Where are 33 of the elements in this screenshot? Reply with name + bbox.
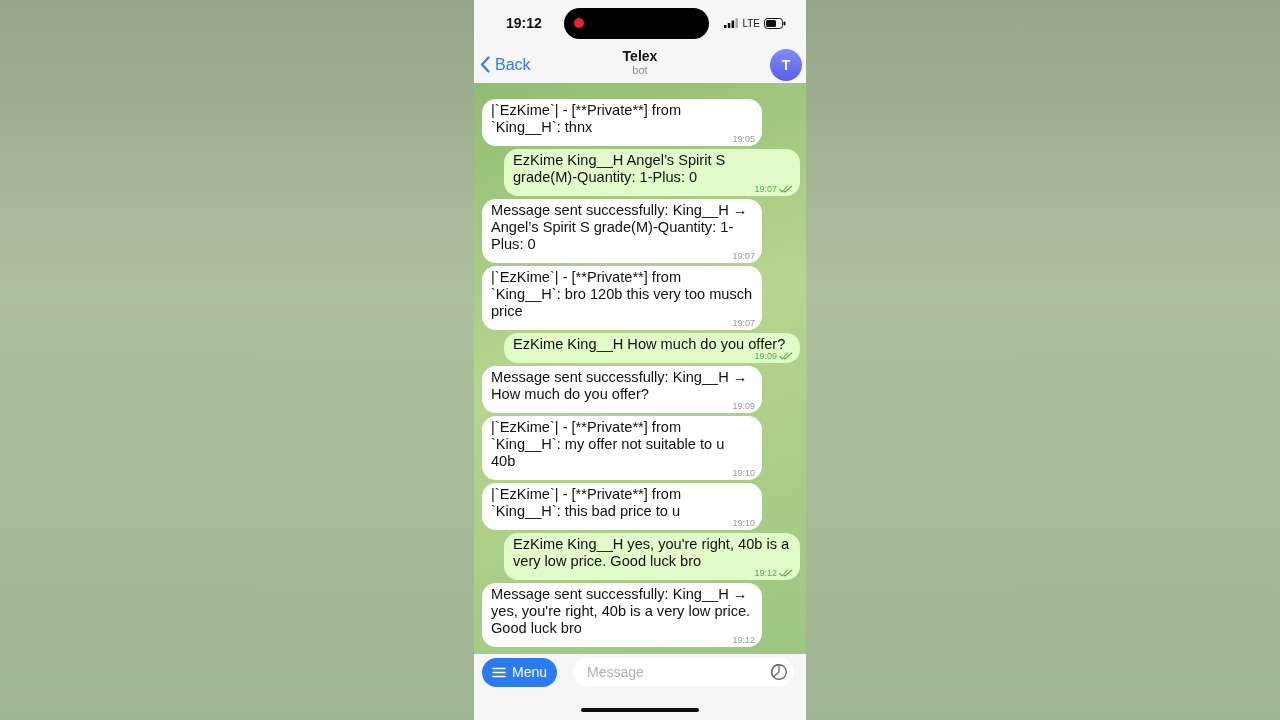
message-time: 19:09	[754, 351, 777, 361]
message-text: |`EzKime`| - [**Private**] from `King__H`: bro 120b this very too musch price	[491, 269, 753, 320]
menu-button[interactable]: Menu	[482, 657, 558, 687]
message-time: 19:10	[732, 468, 755, 478]
message-time: 19:12	[732, 635, 755, 645]
message-input[interactable]: Message	[585, 663, 771, 681]
chevron-left-icon	[480, 56, 490, 73]
back-button[interactable]: Back	[480, 55, 531, 74]
message-text: Message sent successfully: King__H → Angel’s Spirit S grade(M)-Quantity: 1-Plus: 0	[491, 202, 749, 253]
message-text: |`EzKime`| - [**Private**] from `King__H`: thnx	[491, 102, 683, 136]
menu-icon	[492, 666, 506, 678]
message-time: 19:07	[732, 251, 755, 261]
message-text: EzKime King__H How much do you offer?	[513, 336, 786, 353]
message-time: 19:07	[754, 184, 777, 194]
message-time: 19:07	[732, 318, 755, 328]
status-time: 19:12	[506, 15, 543, 31]
chat-subtitle: bot	[632, 64, 648, 76]
signal-icon	[724, 18, 739, 28]
message-time: 19:10	[732, 518, 755, 528]
avatar[interactable]: T	[770, 48, 802, 81]
message-text: Message sent successfully: King__H → yes, you're right, 40b is a very low price. Good luck bro	[491, 586, 752, 637]
message-text: EzKime King__H Angel’s Spirit S grade(M)-Quantity: 1-Plus: 0	[513, 152, 727, 186]
message-field[interactable]: Message	[573, 658, 795, 686]
message-text: EzKime King__H yes, you're right, 40b is a very low price. Good luck bro	[513, 536, 791, 570]
network-label: LTE	[742, 17, 760, 29]
message-time: 19:05	[732, 134, 755, 144]
message-text: |`EzKime`| - [**Private**] from `King__H`: this bad price to u	[491, 486, 683, 520]
battery-icon	[764, 17, 786, 29]
chat-title: Telex	[622, 48, 658, 64]
message-time: 19:09	[732, 401, 755, 411]
message-time: 19:12	[754, 568, 777, 578]
message-text: Message sent successfully: King__H → How much do you offer?	[491, 369, 749, 403]
message-text: |`EzKime`| - [**Private**] from `King__H`: my offer not suitable to u 40b	[491, 419, 726, 470]
